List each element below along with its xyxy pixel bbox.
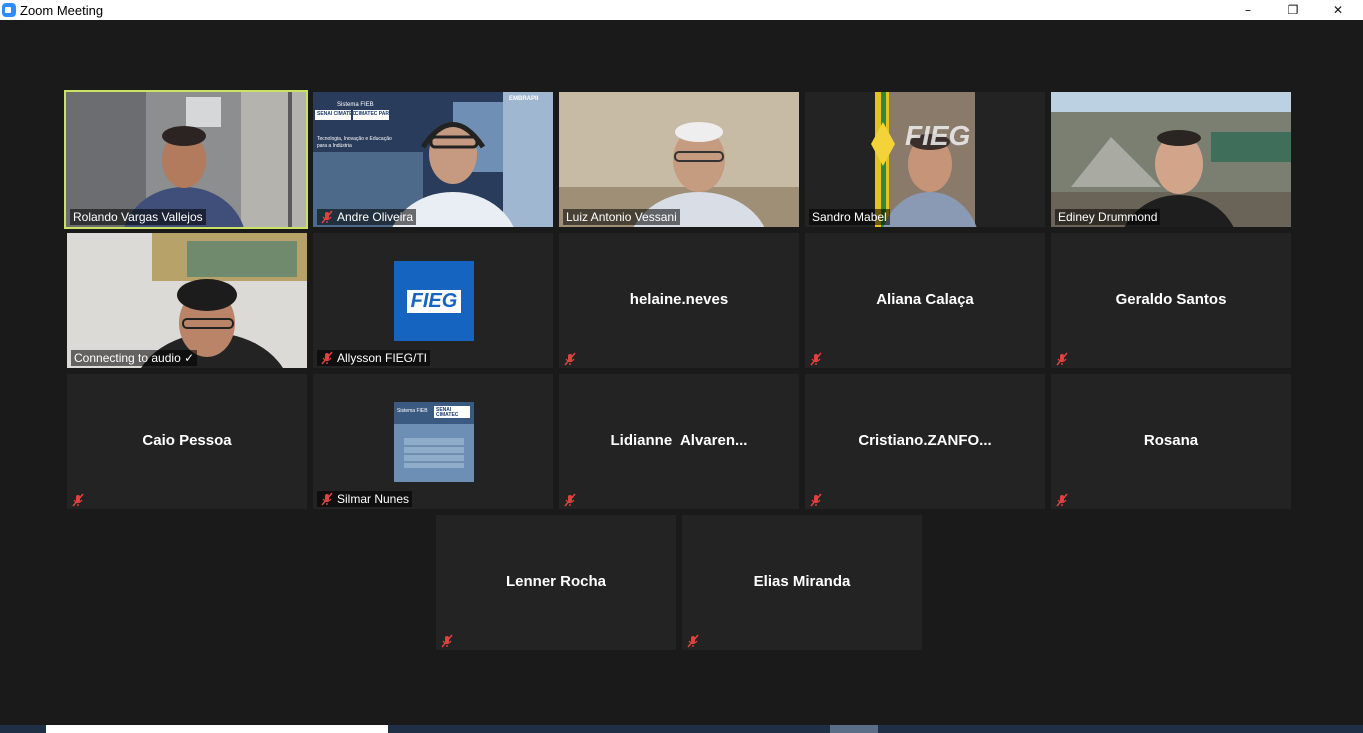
participant-tile-video[interactable]: FIEG Sandro Mabel — [805, 92, 1045, 227]
participant-tile[interactable]: Elias Miranda — [682, 515, 922, 650]
participant-name: Rosana — [1143, 432, 1199, 449]
close-button[interactable]: ✕ — [1315, 0, 1361, 20]
background-sign-text: Sistema FIEB — [397, 408, 428, 414]
participant-name-label: Sandro Mabel — [809, 209, 890, 225]
participant-tile-video[interactable]: Connecting to audio ✓ — [67, 233, 307, 368]
muted-microphone-icon — [1056, 493, 1068, 507]
taskbar-search-box[interactable] — [46, 725, 388, 733]
muted-microphone-icon — [321, 492, 333, 506]
background-sign-text: SENAI CIMATEC — [317, 111, 357, 117]
participant-name: Lidianne Alvaren... — [610, 432, 748, 449]
participant-tile[interactable]: Lidianne Alvaren... — [559, 374, 799, 509]
muted-microphone-icon — [564, 493, 576, 507]
participant-name: Lenner Rocha — [505, 573, 607, 590]
participant-tile-video[interactable]: Sistema FIEB SENAI CIMATEC CIMATEC PARK … — [313, 92, 553, 227]
participant-tile-video[interactable]: Luiz Antonio Vessani — [559, 92, 799, 227]
background-sign-text: Sistema FIEB — [337, 102, 374, 108]
participant-video-feed — [1051, 92, 1291, 227]
participant-name: Cristiano.ZANFO... — [858, 432, 992, 449]
participant-name-label: Andre Oliveira — [317, 209, 417, 225]
participant-name-label: Ediney Drummond — [1055, 209, 1161, 225]
participant-video-feed — [559, 92, 799, 227]
participant-name: Caio Pessoa — [142, 432, 232, 449]
muted-microphone-icon — [564, 352, 576, 366]
participant-name: Geraldo Santos — [1115, 291, 1227, 308]
participant-name-label: Luiz Antonio Vessani — [563, 209, 680, 225]
taskbar-app-button[interactable] — [830, 725, 878, 733]
participant-name: Elias Miranda — [753, 573, 851, 590]
participant-name-label: Rolando Vargas Vallejos — [70, 209, 206, 225]
participant-name-label: Silmar Nunes — [317, 491, 413, 507]
window-titlebar[interactable]: Zoom Meeting – ❐ ✕ — [0, 0, 1363, 20]
participant-tile[interactable]: Caio Pessoa — [67, 374, 307, 509]
participant-name: Aliana Calaça — [876, 291, 974, 308]
windows-taskbar — [0, 725, 1363, 733]
muted-microphone-icon — [810, 493, 822, 507]
participant-tile[interactable]: Aliana Calaça — [805, 233, 1045, 368]
muted-microphone-icon — [72, 493, 84, 507]
participant-tile-video[interactable]: Rolando Vargas Vallejos — [64, 90, 308, 229]
participant-tile[interactable]: Cristiano.ZANFO... — [805, 374, 1045, 509]
participant-name: helaine.neves — [629, 291, 729, 308]
participant-tile[interactable]: helaine.neves — [559, 233, 799, 368]
muted-microphone-icon — [321, 210, 333, 224]
participant-tile[interactable]: Sistema FIEB SENAI CIMATEC Silmar Nunes — [313, 374, 553, 509]
background-sign-text: EMBRAPII — [509, 96, 539, 102]
zoom-app-icon — [2, 3, 16, 17]
gallery-view: Rolando Vargas Vallejos Sistema FIEB SEN… — [0, 20, 1363, 725]
background-sign-text: CIMATEC PARK — [355, 111, 393, 117]
window-title: Zoom Meeting — [20, 2, 104, 18]
participant-video-feed — [67, 233, 307, 368]
background-sign-text: Tecnologia, Inovação e Educação para a I… — [317, 136, 392, 149]
participant-avatar: Sistema FIEB SENAI CIMATEC — [394, 402, 474, 482]
muted-microphone-icon — [810, 352, 822, 366]
muted-microphone-icon — [321, 351, 333, 365]
background-sign-text: FIEG — [905, 120, 971, 151]
participant-name-label: Connecting to audio ✓ — [71, 350, 198, 366]
muted-microphone-icon — [687, 634, 699, 648]
muted-microphone-icon — [1056, 352, 1068, 366]
participant-video-feed — [66, 92, 306, 227]
participant-video-feed — [805, 92, 1045, 227]
restore-button[interactable]: ❐ — [1270, 0, 1316, 20]
participant-tile-video[interactable]: Ediney Drummond — [1051, 92, 1291, 227]
participant-tile[interactable]: Lenner Rocha — [436, 515, 676, 650]
minimize-button[interactable]: – — [1225, 0, 1271, 20]
background-sign-text: SENAI CIMATEC — [436, 407, 459, 418]
participant-name-label: Allysson FIEG/TI — [317, 350, 431, 366]
muted-microphone-icon — [441, 634, 453, 648]
participant-tile[interactable]: Rosana — [1051, 374, 1291, 509]
participant-avatar: FIEG — [394, 261, 474, 341]
avatar-logo-text: FIEG — [410, 289, 458, 312]
participant-tile[interactable]: FIEG Allysson FIEG/TI — [313, 233, 553, 368]
participant-tile[interactable]: Geraldo Santos — [1051, 233, 1291, 368]
